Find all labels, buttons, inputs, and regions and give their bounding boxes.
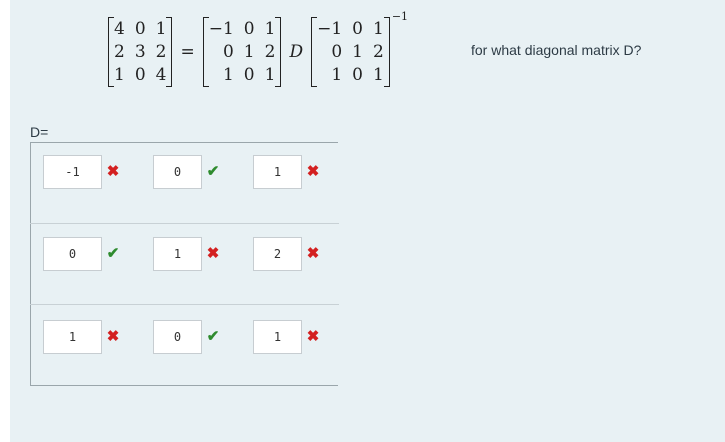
- matrix-cell: 0: [352, 65, 363, 85]
- correct-checkmark-icon: ✔: [106, 245, 120, 262]
- matrix-cell: 4: [114, 19, 125, 39]
- matrix-p: −1 0 1 0 1 2 1 0 1: [202, 17, 282, 87]
- incorrect-cross-icon: ✖: [306, 328, 320, 345]
- answer-input-r2c3[interactable]: 2: [253, 237, 302, 271]
- d-symbol: D: [289, 42, 304, 62]
- answer-input-r1c2[interactable]: 0: [153, 155, 202, 189]
- matrix-cell: 1: [372, 65, 384, 85]
- answer-input-r2c1[interactable]: 0: [43, 237, 102, 271]
- matrix-p-inverse: −1 0 1 0 1 2 1 0 1: [311, 17, 390, 87]
- matrix-a: 4 0 1 2 3 2 1 0 4: [108, 17, 173, 87]
- answer-input-r1c1[interactable]: -1: [43, 155, 102, 189]
- matrix-cell: 2: [114, 42, 125, 62]
- answer-input-r3c1[interactable]: 1: [43, 320, 102, 354]
- inverse-exponent: −1: [391, 9, 409, 23]
- matrix-cell: 2: [372, 42, 384, 62]
- matrix-cell: 1: [264, 65, 276, 85]
- incorrect-cross-icon: ✖: [206, 245, 220, 262]
- matrix-cell: 0: [243, 19, 255, 39]
- answer-label: D=: [30, 124, 49, 140]
- matrix-cell: 4: [155, 65, 167, 85]
- matrix-cell: 0: [352, 19, 363, 39]
- matrix-cell: 0: [222, 42, 234, 62]
- matrix-cell: −1: [317, 19, 343, 39]
- row-divider: [30, 304, 339, 305]
- matrix-cell: 1: [331, 65, 343, 85]
- incorrect-cross-icon: ✖: [106, 328, 120, 345]
- matrix-cell: 2: [264, 42, 276, 62]
- correct-checkmark-icon: ✔: [206, 163, 220, 180]
- answer-input-r2c2[interactable]: 1: [153, 237, 202, 271]
- matrix-cell: 0: [134, 19, 146, 39]
- matrix-cell: −1: [208, 19, 234, 39]
- correct-checkmark-icon: ✔: [206, 328, 220, 345]
- incorrect-cross-icon: ✖: [306, 163, 320, 180]
- matrix-cell: 1: [372, 19, 384, 39]
- matrix-cell: 0: [243, 65, 255, 85]
- matrix-cell: 0: [134, 65, 146, 85]
- incorrect-cross-icon: ✖: [306, 245, 320, 262]
- equals-sign: =: [180, 42, 195, 62]
- matrix-cell: 2: [155, 42, 167, 62]
- matrix-cell: 0: [331, 42, 343, 62]
- matrix-cell: 3: [134, 42, 146, 62]
- matrix-equation: 4 0 1 2 3 2 1 0 4 = −1 0 1 0 1 2 1 0 1 D…: [108, 10, 408, 94]
- answer-input-r3c2[interactable]: 0: [153, 320, 202, 354]
- question-text: for what diagonal matrix D?: [471, 42, 642, 58]
- row-divider: [30, 223, 339, 224]
- answer-input-r3c3[interactable]: 1: [253, 320, 302, 354]
- matrix-cell: 1: [264, 19, 276, 39]
- matrix-cell: 1: [155, 19, 167, 39]
- matrix-cell: 1: [352, 42, 363, 62]
- matrix-cell: 1: [114, 65, 125, 85]
- matrix-cell: 1: [243, 42, 255, 62]
- incorrect-cross-icon: ✖: [106, 163, 120, 180]
- matrix-cell: 1: [222, 65, 234, 85]
- answer-input-r1c3[interactable]: 1: [253, 155, 302, 189]
